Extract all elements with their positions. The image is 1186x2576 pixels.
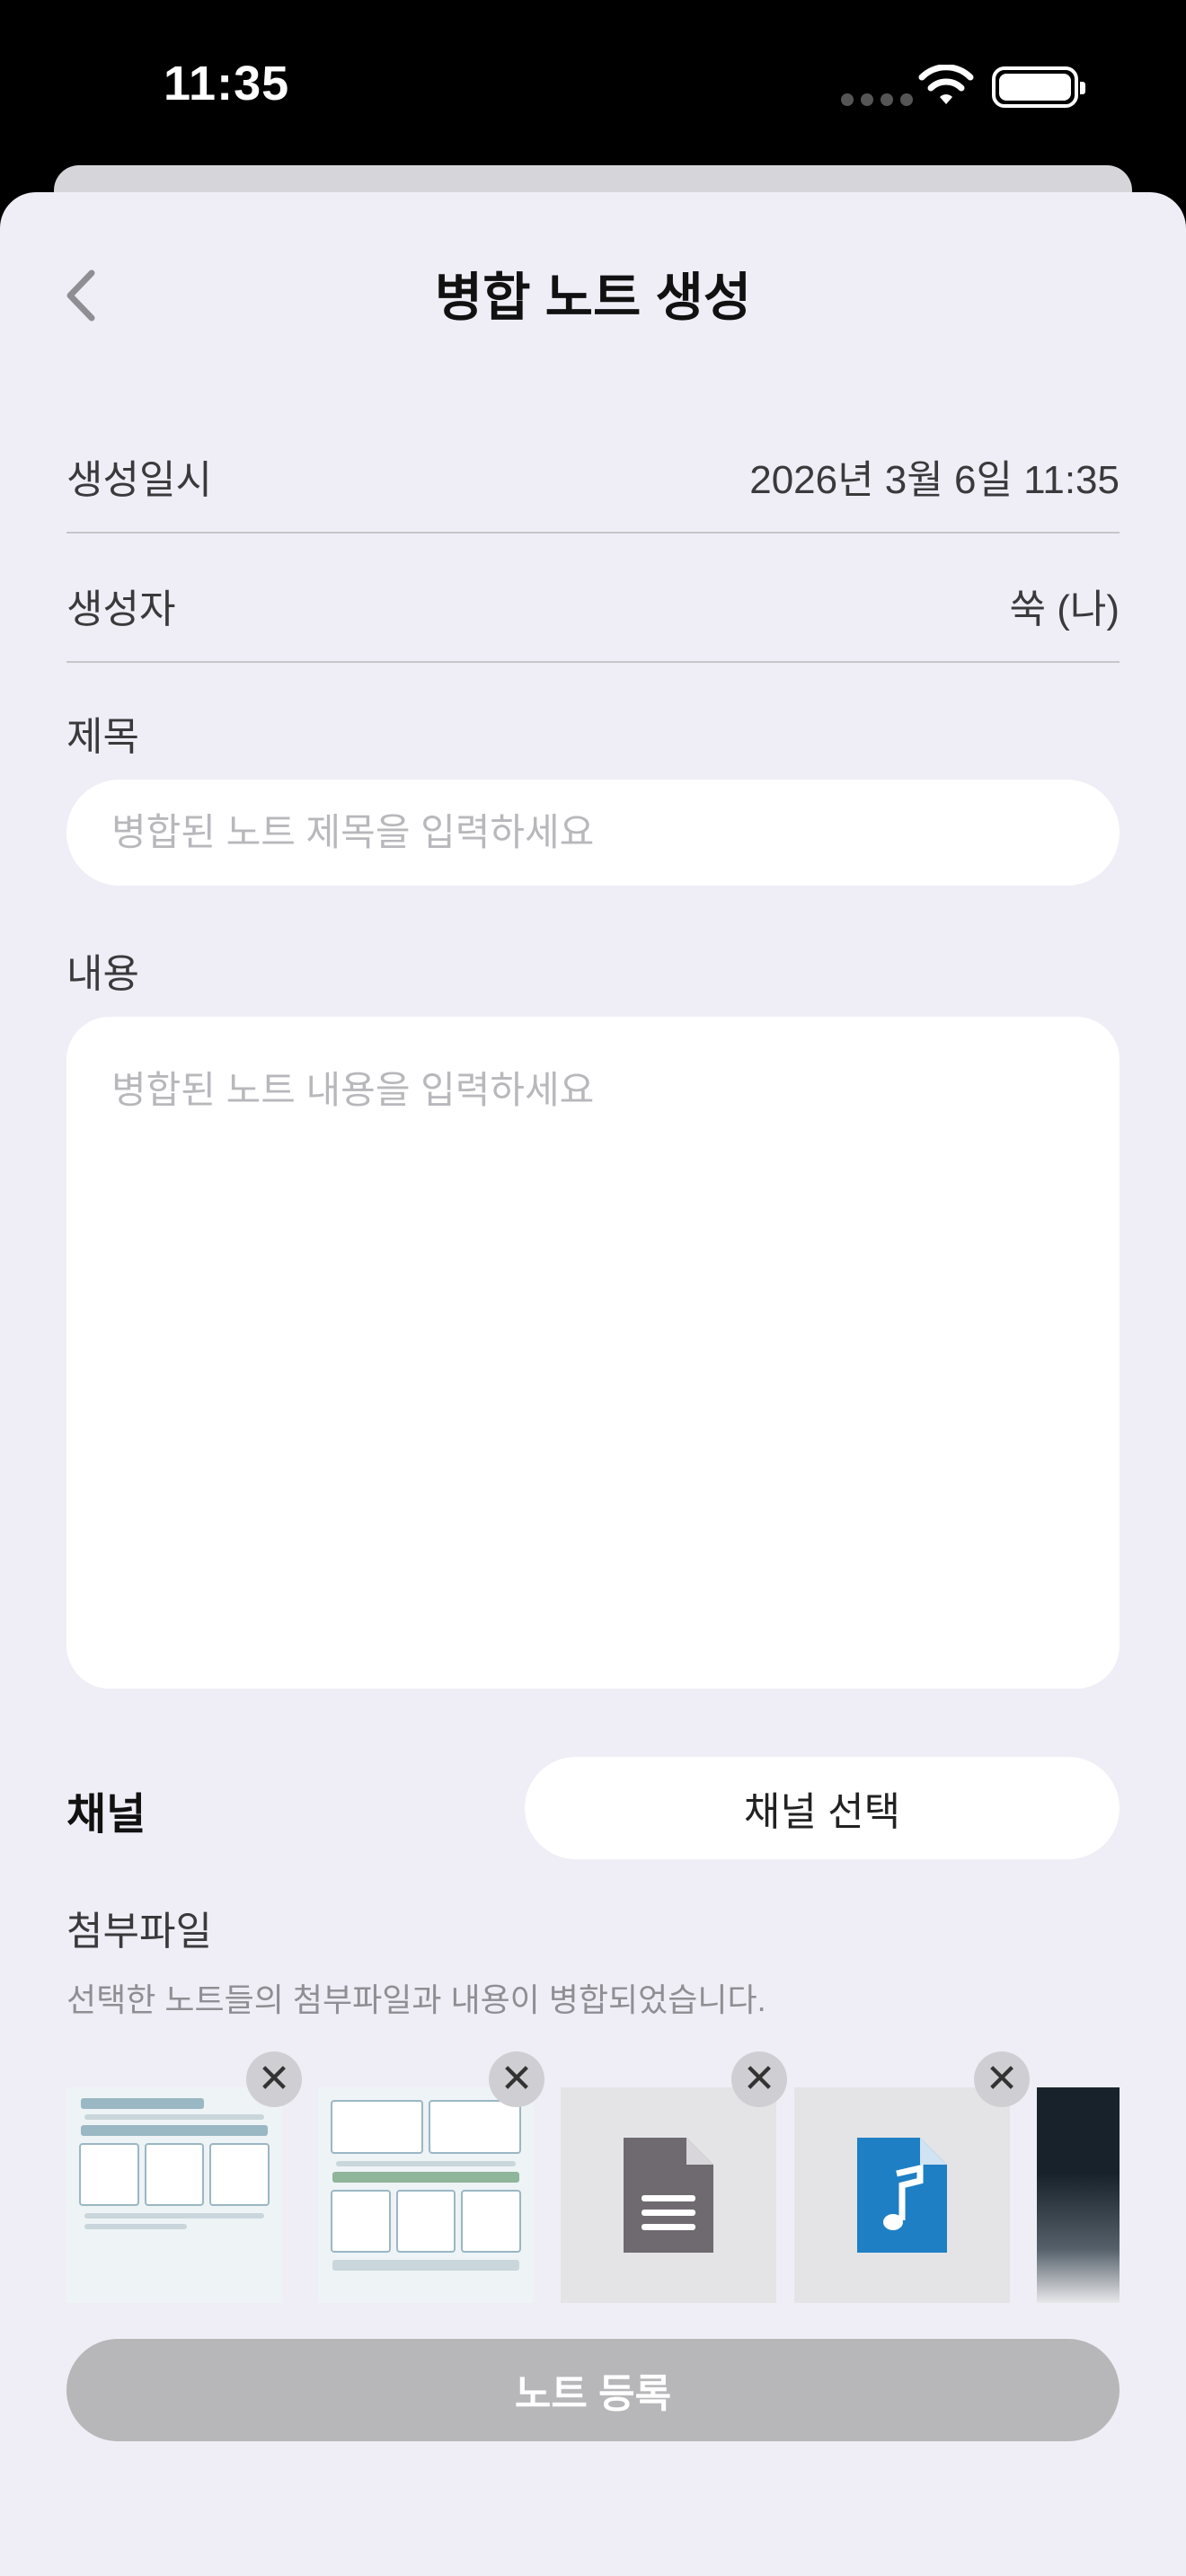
attachments-description: 선택한 노트들의 첨부파일과 내용이 병합되었습니다. (66, 1981, 766, 2018)
status-bar: 11:35 (0, 0, 1186, 171)
remove-attachment-3-button[interactable]: ✕ (731, 2051, 787, 2107)
cellular-signal-icon (841, 93, 913, 106)
content-label: 내용 (66, 952, 139, 996)
channel-label: 채널 (66, 1791, 146, 1839)
attachment-image-2[interactable] (318, 2087, 534, 2303)
creator-label: 생성자 (66, 587, 176, 631)
attachment-image-1[interactable] (66, 2087, 282, 2303)
created-at-value: 2026년 3월 6일 11:35 (749, 458, 1120, 502)
status-time: 11:35 (164, 57, 290, 110)
wifi-icon (918, 65, 974, 104)
title-input[interactable] (66, 780, 1120, 886)
created-at-row: 생성일시 2026년 3월 6일 11:35 (66, 404, 1120, 534)
remove-attachment-4-button[interactable]: ✕ (974, 2051, 1030, 2107)
attachments-strip[interactable]: ✕ ✕ ✕ ✕ (66, 2051, 1120, 2321)
creator-row: 생성자 쑥 (나) (66, 534, 1120, 663)
creator-value: 쑥 (나) (1009, 587, 1120, 631)
attachment-image-5[interactable] (1037, 2087, 1120, 2303)
title-label: 제목 (66, 715, 139, 759)
attachment-document[interactable] (561, 2087, 776, 2303)
merge-note-sheet: 병합 노트 생성 생성일시 2026년 3월 6일 11:35 생성자 쑥 (나… (0, 192, 1186, 2576)
attachments-label: 첨부파일 (66, 1910, 212, 1954)
submit-note-button[interactable]: 노트 등록 (66, 2339, 1120, 2441)
content-input[interactable] (66, 1017, 1120, 1689)
document-icon (624, 2138, 713, 2253)
page-title: 병합 노트 생성 (434, 269, 752, 327)
remove-attachment-1-button[interactable]: ✕ (246, 2051, 302, 2107)
created-at-label: 생성일시 (66, 458, 212, 502)
music-file-icon (857, 2138, 947, 2253)
remove-attachment-2-button[interactable]: ✕ (489, 2051, 544, 2107)
attachment-audio[interactable] (794, 2087, 1010, 2303)
channel-select-button[interactable]: 채널 선택 (525, 1757, 1120, 1859)
battery-icon (992, 66, 1085, 108)
